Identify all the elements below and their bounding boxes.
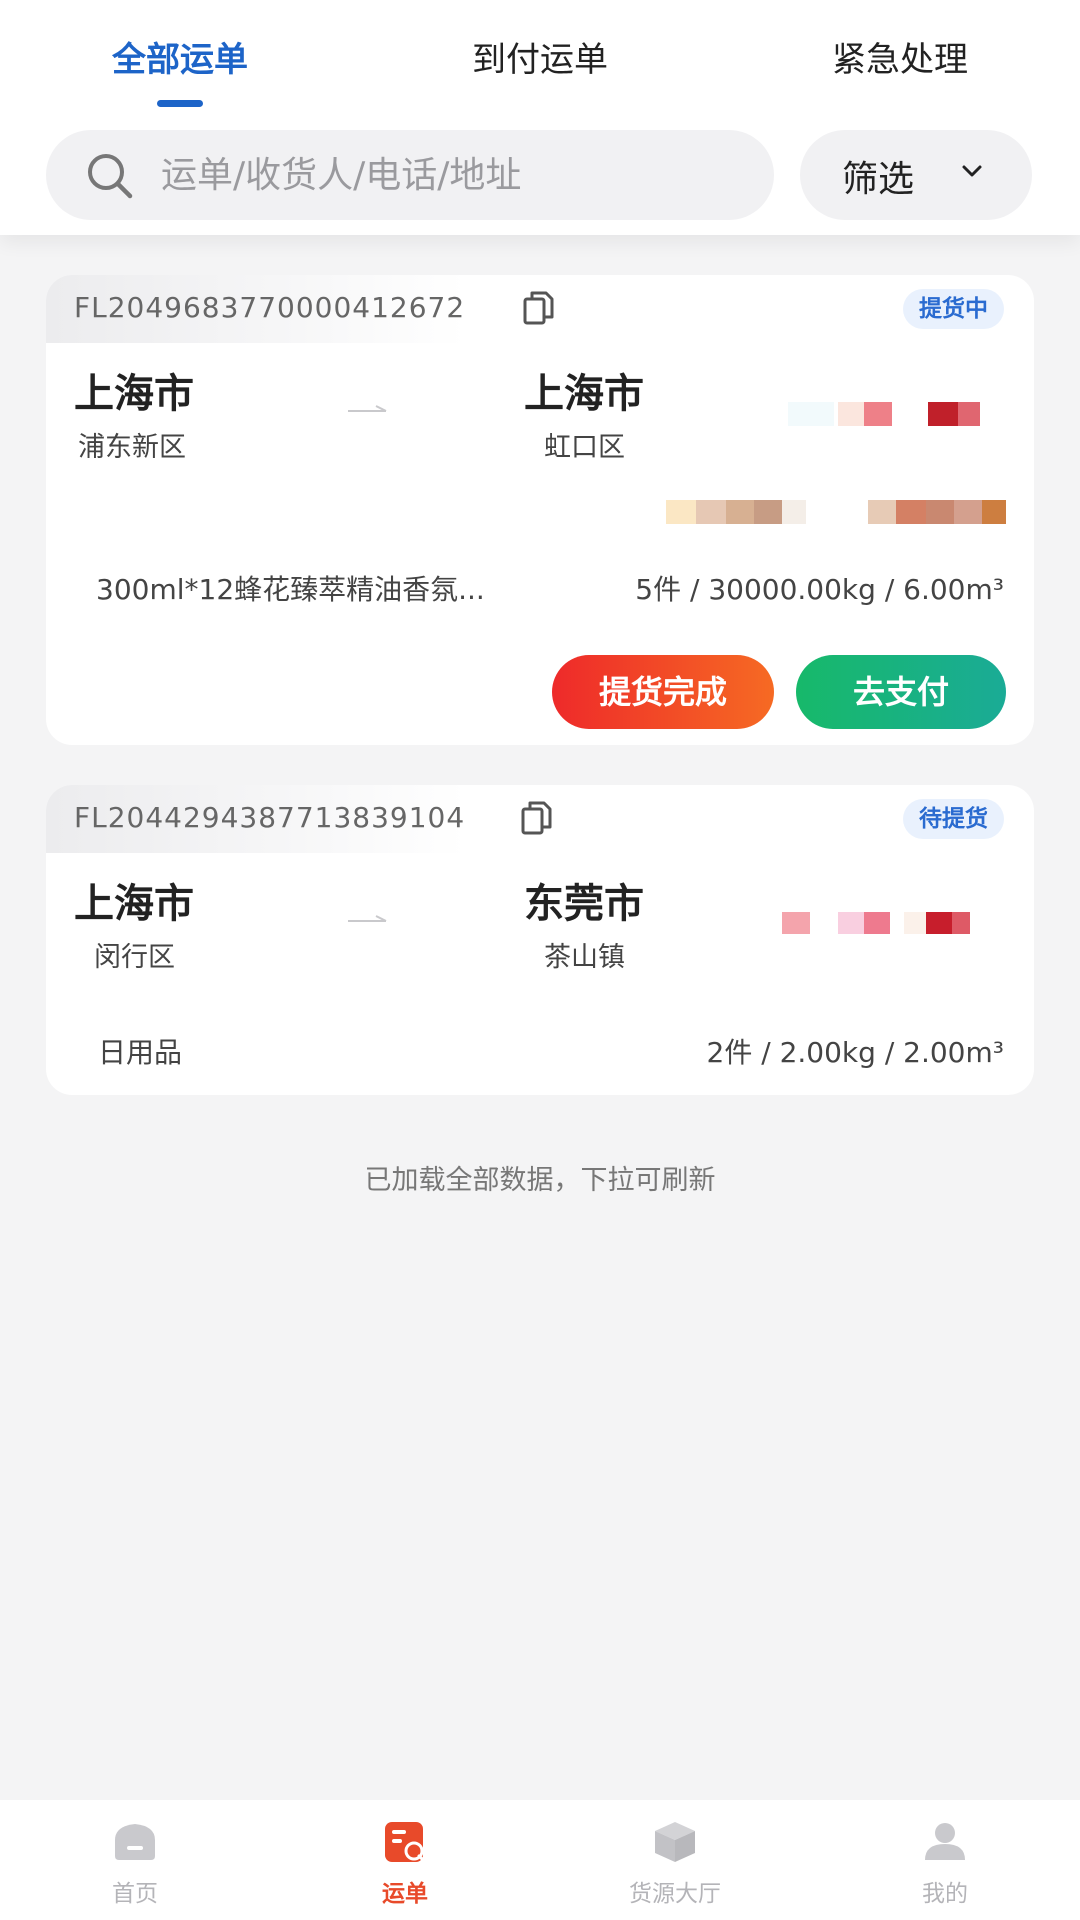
origin-city: 上海市 <box>74 881 194 927</box>
search-bar[interactable] <box>46 130 774 220</box>
origin-city: 上海市 <box>74 371 194 417</box>
nav-label: 运单 <box>382 1881 428 1907</box>
tab-all-waybills[interactable]: 全部运单 <box>60 32 300 81</box>
nav-home[interactable]: 首页 <box>0 1800 270 1920</box>
route-arrow-icon <box>348 915 387 922</box>
goods-spec: 5件 / 30000.00kg / 6.00m³ <box>635 573 1004 606</box>
pickup-complete-button[interactable]: 提货完成 <box>552 655 774 729</box>
status-badge: 提货中 <box>903 289 1004 329</box>
nav-label: 货源大厅 <box>629 1881 721 1907</box>
home-icon <box>115 1824 155 1860</box>
profile-icon <box>925 1823 965 1860</box>
filter-label: 筛选 <box>842 159 915 200</box>
destination-district: 虹口区 <box>544 432 625 463</box>
goods-name: 日用品 <box>98 1036 183 1069</box>
nav-profile[interactable]: 我的 <box>810 1800 1080 1920</box>
waybill-page: 全部运单 到付运单 紧急处理 筛选 FL2049683770000412672 <box>0 0 1080 1920</box>
active-tab-indicator <box>157 100 203 107</box>
goods-name: 300ml*12蜂花臻萃精油香氛... <box>96 573 485 606</box>
filter-button[interactable]: 筛选 <box>800 130 1032 220</box>
destination-district: 茶山镇 <box>544 942 625 973</box>
waybill-card[interactable]: FL2044294387713839104 待提货 上海市 闵行区 东莞市 茶山… <box>46 785 1034 1095</box>
origin-district: 浦东新区 <box>78 432 186 463</box>
nav-label: 我的 <box>922 1881 968 1907</box>
tab-urgent[interactable]: 紧急处理 <box>780 32 1020 81</box>
waybill-card[interactable]: FL2049683770000412672 提货中 上海市 浦东新区 上海市 虹… <box>46 275 1034 745</box>
order-number: FL2049683770000412672 <box>74 291 466 324</box>
search-icon <box>88 154 133 199</box>
bottom-nav: 首页 运单 货源大厅 我的 <box>0 1800 1080 1920</box>
copy-icon[interactable] <box>520 800 554 836</box>
destination-city: 上海市 <box>524 371 644 417</box>
order-number: FL2044294387713839104 <box>74 801 466 834</box>
chevron-down-icon <box>962 165 982 177</box>
status-badge: 待提货 <box>903 799 1004 839</box>
nav-label: 首页 <box>112 1881 158 1907</box>
waybill-icon <box>385 1822 427 1864</box>
cargo-box-icon <box>655 1822 695 1862</box>
goods-spec: 2件 / 2.00kg / 2.00m³ <box>706 1036 1004 1069</box>
search-input[interactable] <box>161 146 751 204</box>
copy-icon[interactable] <box>522 290 556 326</box>
nav-waybill[interactable]: 运单 <box>270 1800 540 1920</box>
load-complete-note: 已加载全部数据，下拉可刷新 <box>364 1165 716 1196</box>
destination-city: 东莞市 <box>524 881 644 927</box>
route-arrow-icon <box>348 405 387 412</box>
tab-bar: 全部运单 到付运单 紧急处理 <box>0 0 1080 120</box>
header: 全部运单 到付运单 紧急处理 筛选 <box>0 0 1080 235</box>
tab-cod-waybills[interactable]: 到付运单 <box>420 32 660 81</box>
origin-district: 闵行区 <box>94 942 175 973</box>
pay-button[interactable]: 去支付 <box>796 655 1006 729</box>
nav-cargo-hall[interactable]: 货源大厅 <box>540 1800 810 1920</box>
